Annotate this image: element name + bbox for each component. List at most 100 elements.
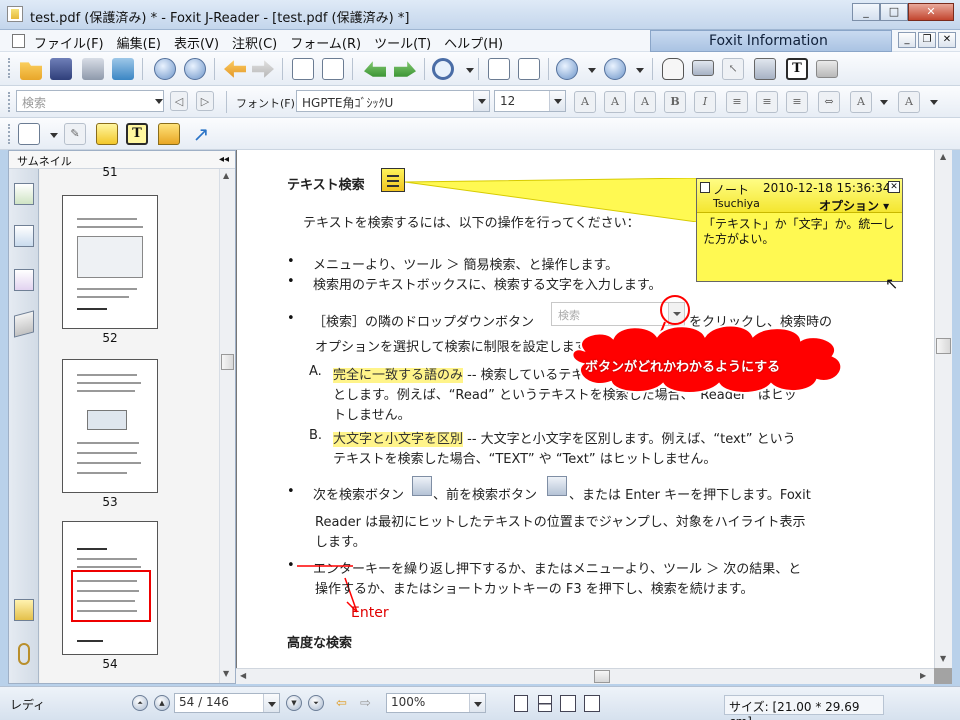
thumbnail-scrollbar[interactable]: ▲ ▼ — [219, 169, 235, 683]
foxit-information-panel[interactable]: Foxit Information — [650, 30, 892, 52]
find-binoculars-icon[interactable] — [754, 58, 776, 80]
toolbar-grip[interactable] — [8, 58, 11, 78]
find-previous-icon[interactable]: ◁ — [170, 91, 188, 111]
pages-tab-icon[interactable] — [14, 225, 34, 247]
maximize-button[interactable]: □ — [880, 3, 908, 21]
document-vertical-scrollbar[interactable]: ▲ ▼ — [934, 150, 952, 668]
scroll-down-icon[interactable]: ▼ — [940, 654, 946, 663]
note-annotation-icon[interactable] — [381, 168, 405, 192]
menu-file[interactable]: ファイル(F) — [34, 33, 104, 52]
go-back-icon[interactable] — [224, 60, 246, 78]
note-icon[interactable] — [158, 123, 180, 145]
email-icon[interactable] — [112, 58, 134, 80]
continuous-page-icon[interactable] — [538, 695, 552, 712]
fit-page-icon[interactable] — [488, 58, 510, 80]
toolbar-grip[interactable] — [8, 124, 11, 144]
baseline-dropdown-icon[interactable] — [930, 100, 938, 105]
select-cursor-icon[interactable]: ↖ — [722, 58, 744, 80]
collapse-panel-icon[interactable]: ◂◂ — [219, 154, 229, 165]
insert-page-icon[interactable] — [322, 58, 344, 80]
undo-icon[interactable] — [364, 61, 386, 77]
back-view-icon[interactable]: ⇦ — [336, 696, 347, 711]
scroll-down-icon[interactable]: ▼ — [223, 669, 229, 678]
highlight-icon[interactable] — [96, 123, 118, 145]
thumbnail-page-52[interactable] — [62, 195, 158, 329]
open-file-icon[interactable] — [20, 62, 42, 80]
scroll-right-icon[interactable]: ▶ — [920, 671, 926, 680]
pencil-icon[interactable]: ✎ — [64, 123, 86, 145]
scroll-left-icon[interactable]: ◀ — [240, 671, 246, 680]
prev-page-icon[interactable]: ▲ — [154, 695, 170, 711]
thumbnail-scroll-thumb[interactable] — [221, 354, 234, 370]
next-page-icon[interactable]: ▼ — [286, 695, 302, 711]
toolbar-grip[interactable] — [8, 92, 11, 112]
italic-icon[interactable]: I — [694, 91, 716, 113]
save-icon[interactable] — [50, 58, 72, 80]
typewriter-dropdown-icon[interactable] — [50, 133, 58, 138]
decrease-font-icon[interactable]: A — [634, 91, 656, 113]
first-page-icon[interactable]: ⏶ — [132, 695, 148, 711]
next-page-icon[interactable] — [184, 58, 206, 80]
minimize-button[interactable]: _ — [852, 3, 880, 21]
arrow-tool-icon[interactable]: ↗ — [190, 123, 212, 145]
typewriter-icon[interactable] — [18, 123, 40, 145]
note-body[interactable]: 「テキスト」か「文字」か。統一した方がよい。 — [703, 217, 898, 247]
vertical-scroll-thumb[interactable] — [936, 338, 951, 354]
increase-font-icon[interactable]: A — [604, 91, 626, 113]
bookmarks-tab-icon[interactable] — [14, 183, 34, 205]
extract-page-icon[interactable] — [292, 58, 314, 80]
zoom-tool-icon[interactable] — [432, 58, 454, 80]
zoom-dropdown-icon[interactable] — [466, 68, 474, 73]
doc-minimize-button[interactable]: _ — [898, 32, 916, 48]
zoom-out-icon[interactable] — [556, 58, 578, 80]
comments-tab-icon[interactable] — [14, 599, 34, 621]
thumbnail-page-54[interactable] — [62, 521, 158, 655]
attachments-tab-icon[interactable] — [18, 643, 30, 665]
character-spacing-icon[interactable]: ⇔ — [818, 91, 840, 113]
note-popup[interactable]: ノート 2010-12-18 15:36:34 ✕ Tsuchiya オプション… — [696, 178, 903, 282]
close-button[interactable]: ✕ — [908, 3, 954, 21]
menu-help[interactable]: ヘルプ(H) — [444, 33, 503, 52]
previous-page-icon[interactable] — [154, 58, 176, 80]
text-scale-dropdown-icon[interactable] — [880, 100, 888, 105]
font-select[interactable]: HGPTE角ｺﾞｼｯｸU — [296, 90, 490, 112]
font-size-dropdown-icon[interactable] — [549, 91, 565, 111]
signatures-tab-icon[interactable] — [14, 269, 34, 291]
search-input[interactable]: 検索 — [16, 90, 164, 112]
font-color-icon[interactable]: A — [574, 91, 596, 113]
zoom-in-dropdown-icon[interactable] — [636, 68, 644, 73]
font-dropdown-icon[interactable] — [473, 91, 489, 111]
align-right-icon[interactable]: ≡ — [786, 91, 808, 113]
continuous-facing-icon[interactable] — [584, 695, 600, 712]
find-next-icon[interactable]: ▷ — [196, 91, 214, 111]
zoom-in-icon[interactable] — [604, 58, 626, 80]
baseline-icon[interactable]: A — [898, 91, 920, 113]
fit-width-icon[interactable] — [518, 58, 540, 80]
snapshot-icon[interactable] — [816, 60, 838, 78]
note-close-icon[interactable]: ✕ — [888, 181, 900, 193]
print-icon[interactable] — [82, 58, 104, 80]
align-left-icon[interactable]: ≡ — [726, 91, 748, 113]
document-icon[interactable] — [12, 34, 25, 48]
scroll-up-icon[interactable]: ▲ — [940, 152, 946, 161]
note-options-menu[interactable]: オプション ▾ — [819, 197, 889, 214]
doc-restore-button[interactable]: ❐ — [918, 32, 936, 48]
horizontal-scroll-thumb[interactable] — [594, 670, 610, 683]
zoom-dropdown-icon[interactable] — [469, 694, 485, 712]
facing-page-icon[interactable] — [560, 695, 576, 712]
single-page-icon[interactable] — [514, 695, 528, 712]
menu-form[interactable]: フォーム(R) — [290, 33, 361, 52]
font-size-select[interactable]: 12 — [494, 90, 566, 112]
pdf-page[interactable]: テキスト検索 ノート 2010-12-18 15:36:34 ✕ Tsuchiy… — [236, 150, 934, 668]
menu-view[interactable]: 表示(V) — [174, 33, 219, 52]
page-dropdown-icon[interactable] — [263, 694, 279, 712]
page-number-input[interactable]: 54 / 146 — [174, 693, 280, 713]
align-center-icon[interactable]: ≡ — [756, 91, 778, 113]
replacement-text-annotation[interactable]: Enter — [351, 605, 389, 621]
text-select-icon[interactable]: T — [786, 58, 808, 80]
bold-icon[interactable]: B — [664, 91, 686, 113]
menu-tools[interactable]: ツール(T) — [374, 33, 431, 52]
search-dropdown-icon[interactable] — [155, 99, 163, 104]
redo-icon[interactable] — [394, 61, 416, 77]
doc-close-button[interactable]: ✕ — [938, 32, 956, 48]
